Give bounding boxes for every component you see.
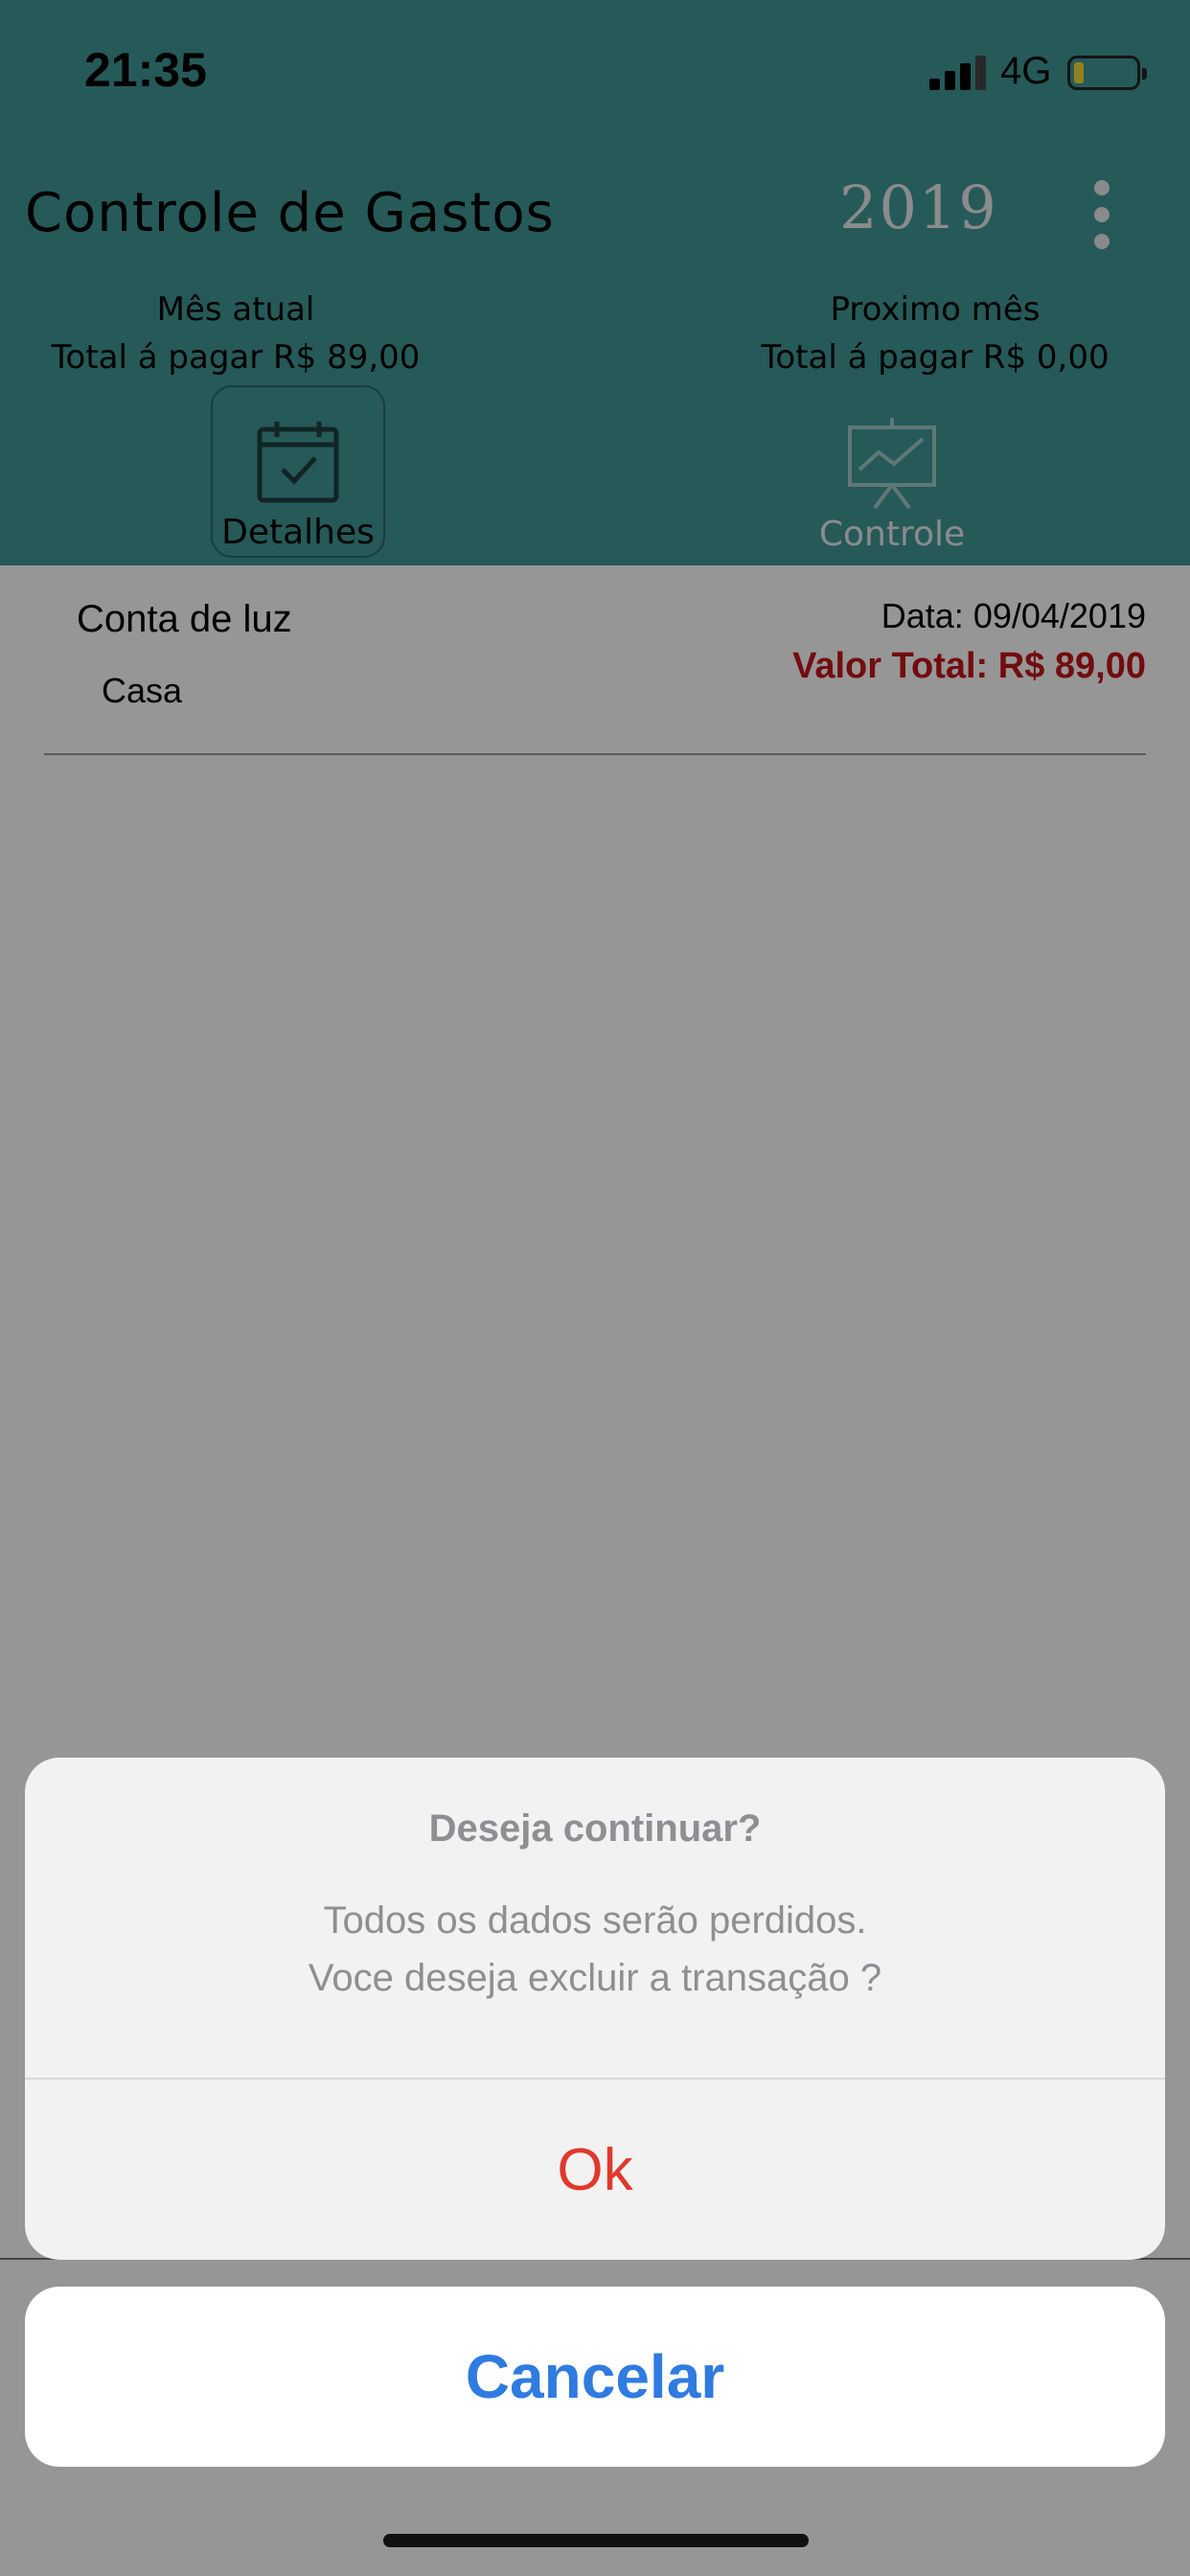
action-sheet-message-line-2: Voce deseja excluir a transação ? bbox=[308, 1957, 882, 1999]
home-indicator[interactable] bbox=[383, 2534, 809, 2547]
cancel-button[interactable]: Cancelar bbox=[25, 2287, 1165, 2467]
action-sheet-message: Todos os dados serão perdidos. Voce dese… bbox=[25, 1892, 1165, 2007]
action-sheet-title: Deseja continuar? bbox=[428, 1807, 762, 1850]
action-sheet-message-line-1: Todos os dados serão perdidos. bbox=[323, 1899, 867, 1942]
action-sheet: Deseja continuar? Todos os dados serão p… bbox=[25, 1758, 1165, 2260]
ok-button[interactable]: Ok bbox=[25, 2080, 1165, 2260]
